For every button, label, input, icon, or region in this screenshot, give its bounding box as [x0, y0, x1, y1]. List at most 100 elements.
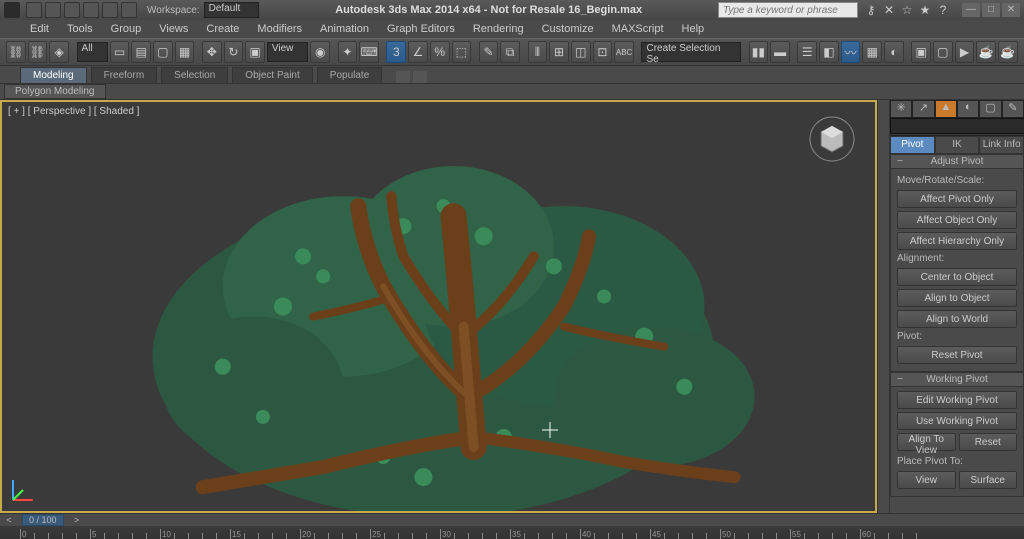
favorite-icon[interactable]: ★ — [918, 3, 932, 17]
menu-modifiers[interactable]: Modifiers — [257, 23, 302, 35]
link-icon[interactable]: ⛓ — [6, 41, 26, 63]
ribbon-opt-icon[interactable] — [413, 71, 427, 83]
center-to-object-button[interactable]: Center to Object — [897, 268, 1017, 286]
unlink-icon[interactable]: ⛓ — [28, 41, 48, 63]
place-pivot-view-button[interactable]: View — [897, 471, 956, 489]
snaps-toggle-icon[interactable]: ◫ — [571, 41, 591, 63]
align-icon[interactable]: ⫴ — [528, 41, 548, 63]
graphite-icon[interactable]: ◧ — [819, 41, 839, 63]
tab-freeform[interactable]: Freeform — [91, 67, 158, 83]
open-icon[interactable] — [45, 2, 61, 18]
window-crossing-icon[interactable]: ▦ — [175, 41, 195, 63]
menu-edit[interactable]: Edit — [30, 23, 49, 35]
viewport[interactable]: [ + ] [ Perspective ] [ Shaded ] — [0, 100, 877, 513]
manipulate-icon[interactable]: ✦ — [338, 41, 358, 63]
quick-align-icon[interactable]: ⊞ — [549, 41, 569, 63]
pivot-center-icon[interactable]: ◉ — [310, 41, 330, 63]
layer-manager-icon[interactable]: ☰ — [797, 41, 817, 63]
tab-selection[interactable]: Selection — [161, 67, 228, 83]
menu-create[interactable]: Create — [206, 23, 239, 35]
subtab-link-info[interactable]: Link Info — [979, 136, 1024, 154]
mirror-tool-icon[interactable]: ▮▮ — [749, 41, 769, 63]
abc-icon[interactable]: ABC — [614, 41, 634, 63]
mirror-icon[interactable]: ⧉ — [500, 41, 520, 63]
close-button[interactable]: ✕ — [1002, 3, 1020, 17]
place-pivot-surface-button[interactable]: Surface — [959, 471, 1018, 489]
tab-object-paint[interactable]: Object Paint — [232, 67, 312, 83]
render-frame-icon[interactable]: ▢ — [933, 41, 953, 63]
help-search-input[interactable] — [718, 2, 858, 18]
scale-icon[interactable]: ▣ — [245, 41, 265, 63]
edit-working-pivot-button[interactable]: Edit Working Pivot — [897, 391, 1017, 409]
selection-filter[interactable]: All — [77, 42, 108, 62]
angle-snap-icon[interactable]: ∠ — [408, 41, 428, 63]
next-frame-icon[interactable]: > — [72, 515, 82, 525]
bind-icon[interactable]: ◈ — [49, 41, 69, 63]
star-icon[interactable]: ☆ — [900, 3, 914, 17]
reset-pivot-button[interactable]: Reset Pivot — [897, 346, 1017, 364]
select-region-icon[interactable]: ▢ — [153, 41, 173, 63]
render-setup-icon[interactable]: ▣ — [911, 41, 931, 63]
spinner-snap-icon[interactable]: ⬚ — [452, 41, 472, 63]
menu-maxscript[interactable]: MAXScript — [612, 23, 664, 35]
snap-toggle-icon[interactable]: 3 — [386, 41, 406, 63]
rollout-adjust-pivot-header[interactable]: − Adjust Pivot — [890, 154, 1024, 169]
menu-tools[interactable]: Tools — [67, 23, 93, 35]
display-tab-icon[interactable]: ▢ — [979, 100, 1001, 118]
create-tab-icon[interactable]: ✳ — [890, 100, 912, 118]
panel-polygon-modeling[interactable]: Polygon Modeling — [4, 84, 106, 99]
new-icon[interactable] — [26, 2, 42, 18]
save-icon[interactable] — [64, 2, 80, 18]
edit-named-sel-icon[interactable]: ✎ — [479, 41, 499, 63]
render-prod-icon[interactable]: ▶ — [955, 41, 975, 63]
rotate-icon[interactable]: ↻ — [224, 41, 244, 63]
utilities-tab-icon[interactable]: ✎ — [1002, 100, 1024, 118]
subtab-ik[interactable]: IK — [935, 136, 980, 154]
reset-button[interactable]: Reset — [959, 433, 1018, 451]
prev-frame-icon[interactable]: < — [4, 515, 14, 525]
move-icon[interactable]: ✥ — [202, 41, 222, 63]
select-name-icon[interactable]: ▤ — [131, 41, 151, 63]
current-frame[interactable]: 0 / 100 — [22, 514, 64, 526]
menu-rendering[interactable]: Rendering — [473, 23, 524, 35]
tool-icon[interactable]: ✕ — [882, 3, 896, 17]
use-working-pivot-button[interactable]: Use Working Pivot — [897, 412, 1017, 430]
rollout-working-pivot-header[interactable]: − Working Pivot — [890, 372, 1024, 387]
menu-graph-editors[interactable]: Graph Editors — [387, 23, 455, 35]
minimize-button[interactable]: — — [962, 3, 980, 17]
workspace-select[interactable]: Default — [204, 2, 260, 18]
track-bar[interactable]: 051015202530354045505560 — [0, 526, 1024, 539]
menu-customize[interactable]: Customize — [542, 23, 594, 35]
menu-help[interactable]: Help — [682, 23, 705, 35]
align-to-view-button[interactable]: Align To View — [897, 433, 956, 451]
object-name-input[interactable] — [890, 118, 1024, 134]
redo-icon[interactable] — [102, 2, 118, 18]
help-icon[interactable]: ? — [936, 3, 950, 17]
affect-hierarchy-only-button[interactable]: Affect Hierarchy Only — [897, 232, 1017, 250]
project-icon[interactable] — [121, 2, 137, 18]
hierarchy-tab-icon[interactable]: ▲ — [935, 100, 957, 118]
snap-options-icon[interactable]: ⊡ — [593, 41, 613, 63]
schematic-icon[interactable]: ▦ — [862, 41, 882, 63]
ribbon-min-icon[interactable] — [396, 71, 410, 83]
menu-views[interactable]: Views — [159, 23, 188, 35]
teapot-icon[interactable]: ☕ — [976, 41, 996, 63]
menu-animation[interactable]: Animation — [320, 23, 369, 35]
align-to-world-button[interactable]: Align to World — [897, 310, 1017, 328]
key-icon[interactable]: ⚷ — [864, 3, 878, 17]
align-to-object-button[interactable]: Align to Object — [897, 289, 1017, 307]
maximize-button[interactable]: □ — [982, 3, 1000, 17]
subtab-pivot[interactable]: Pivot — [890, 136, 935, 154]
viewcube-icon[interactable] — [807, 114, 857, 164]
material-editor-icon[interactable]: ◐ — [884, 41, 904, 63]
affect-object-only-button[interactable]: Affect Object Only — [897, 211, 1017, 229]
ref-coord-select[interactable]: View — [267, 42, 309, 62]
select-object-icon[interactable]: ▭ — [110, 41, 130, 63]
affect-pivot-only-button[interactable]: Affect Pivot Only — [897, 190, 1017, 208]
keyboard-shortcut-icon[interactable]: ⌨ — [359, 41, 379, 63]
curve-editor-icon[interactable]: 〰 — [841, 41, 861, 63]
viewport-scrollbar[interactable] — [877, 100, 889, 513]
motion-tab-icon[interactable]: ◐ — [957, 100, 979, 118]
time-slider-row[interactable]: < 0 / 100 > — [0, 514, 1024, 526]
app-logo-icon[interactable] — [4, 2, 20, 18]
